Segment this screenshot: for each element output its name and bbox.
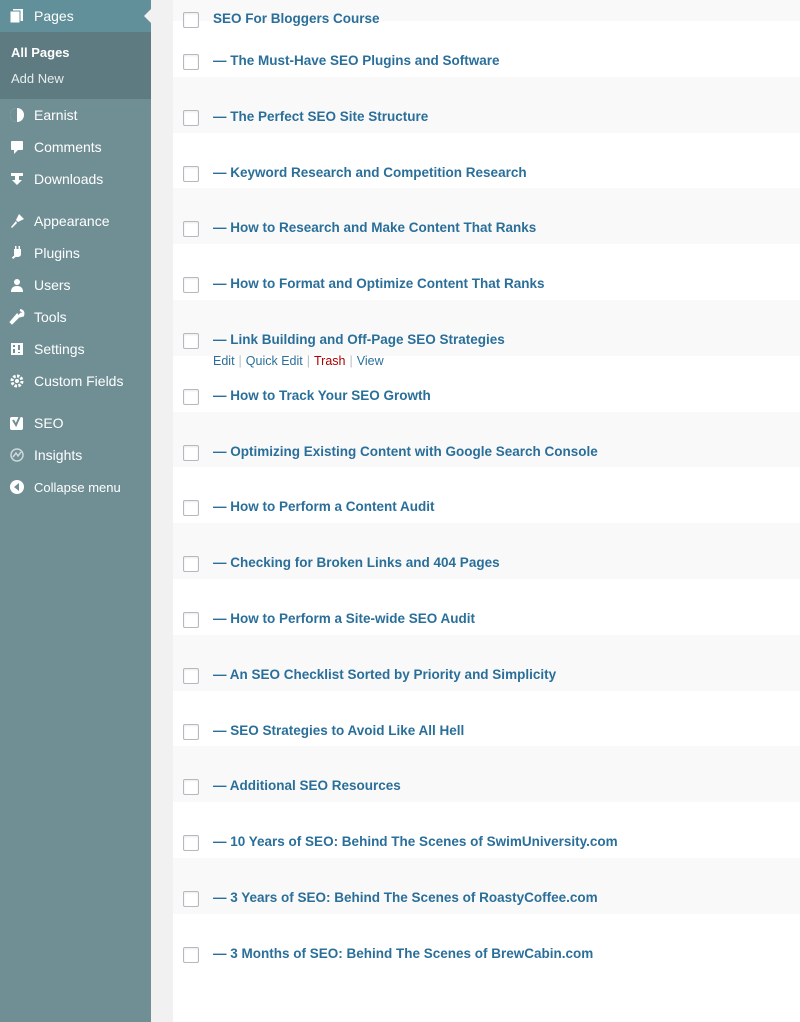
page-title-link[interactable]: — An SEO Checklist Sorted by Priority an… [213, 667, 556, 682]
table-row: — Keyword Research and Competition Resea… [173, 133, 800, 189]
row-checkbox[interactable] [183, 54, 199, 70]
comments-icon [8, 138, 26, 156]
row-checkbox[interactable] [183, 723, 199, 740]
sidebar-collapse-menu[interactable]: Collapse menu [0, 471, 151, 503]
row-checkbox[interactable] [183, 500, 199, 517]
row-checkbox[interactable] [183, 277, 199, 294]
appearance-icon [8, 212, 26, 230]
sidebar-item-label: Earnist [34, 107, 78, 123]
sidebar-item-pages[interactable]: Pages [0, 0, 152, 32]
sidebar-item-comments[interactable]: Comments [0, 131, 151, 163]
sidebar-item-earnist[interactable]: Earnist [0, 99, 151, 131]
table-row: — How to Track Your SEO Growth [173, 356, 800, 412]
page-title-link[interactable]: — Link Building and Off-Page SEO Strateg… [213, 332, 505, 347]
row-checkbox[interactable] [183, 890, 199, 907]
submenu-add-new[interactable]: Add New [0, 66, 151, 92]
page-title-link[interactable]: — 10 Years of SEO: Behind The Scenes of … [213, 834, 618, 849]
custom-fields-icon [8, 372, 26, 390]
earnist-icon [8, 106, 26, 124]
page-title-link[interactable]: — How to Perform a Site-wide SEO Audit [213, 611, 475, 626]
row-checkbox[interactable] [183, 835, 199, 852]
table-row: — 3 Months of SEO: Behind The Scenes of … [173, 914, 800, 970]
collapse-icon [8, 478, 26, 496]
admin-sidebar: Pages All Pages Add New Earnist Comments… [0, 0, 152, 1022]
page-title-link[interactable]: — Optimizing Existing Content with Googl… [213, 444, 598, 459]
table-row: — 10 Years of SEO: Behind The Scenes of … [173, 802, 800, 858]
table-row: SEO For Bloggers Course [173, 0, 800, 28]
sidebar-item-downloads[interactable]: Downloads [0, 163, 151, 195]
sidebar-item-label: Insights [34, 447, 83, 463]
table-row: — How to Format and Optimize Content Tha… [173, 244, 800, 300]
row-checkbox[interactable] [183, 611, 199, 628]
table-row: — An SEO Checklist Sorted by Priority an… [173, 634, 800, 691]
table-row: — How to Perform a Site-wide SEO Audit [173, 579, 800, 635]
page-title-link[interactable]: — How to Perform a Content Audit [213, 499, 435, 514]
pages-icon [8, 7, 26, 25]
sidebar-item-label: Tools [34, 309, 67, 325]
plugins-icon [8, 244, 26, 262]
users-icon [8, 276, 26, 294]
row-checkbox[interactable] [183, 556, 199, 573]
page-title-link[interactable]: — The Perfect SEO Site Structure [213, 109, 428, 124]
settings-icon [8, 340, 26, 358]
page-title-link[interactable]: — SEO Strategies to Avoid Like All Hell [213, 723, 464, 738]
table-row: — 3 Years of SEO: Behind The Scenes of R… [173, 857, 800, 914]
sidebar-item-label: Downloads [34, 171, 104, 187]
sidebar-item-label: Custom Fields [34, 373, 124, 389]
sidebar-item-appearance[interactable]: Appearance [0, 205, 151, 237]
table-row: — The Must-Have SEO Plugins and Software [173, 21, 800, 77]
row-checkbox[interactable] [183, 388, 199, 405]
table-row: — SEO Strategies to Avoid Like All Hell [173, 691, 800, 747]
current-menu-arrow [144, 8, 152, 24]
row-checkbox[interactable] [183, 165, 199, 182]
sidebar-item-label: Plugins [34, 245, 80, 261]
page-title-link[interactable]: — Keyword Research and Competition Resea… [213, 165, 527, 180]
sidebar-item-plugins[interactable]: Plugins [0, 237, 151, 269]
page-title-link[interactable]: — How to Format and Optimize Content Tha… [213, 276, 545, 291]
sidebar-item-seo[interactable]: SEO [0, 407, 151, 439]
row-checkbox[interactable] [183, 667, 199, 684]
row-checkbox[interactable] [183, 779, 199, 796]
page-title-link[interactable]: — 3 Years of SEO: Behind The Scenes of R… [213, 890, 598, 905]
row-checkbox[interactable] [183, 444, 199, 461]
row-checkbox[interactable] [183, 332, 199, 349]
table-row: — Optimizing Existing Content with Googl… [173, 411, 800, 468]
table-row: — How to Perform a Content Audit [173, 467, 800, 523]
table-row-hovered: — Link Building and Off-Page SEO Strateg… [173, 299, 800, 368]
table-row: — Checking for Broken Links and 404 Page… [173, 523, 800, 579]
sidebar-item-label: SEO [34, 415, 64, 431]
sidebar-item-custom-fields[interactable]: Custom Fields [0, 365, 151, 397]
table-row: — The Perfect SEO Site Structure [173, 76, 800, 133]
tools-icon [8, 308, 26, 326]
sidebar-item-label: Pages [34, 8, 74, 24]
sidebar-item-settings[interactable]: Settings [0, 333, 151, 365]
sidebar-item-label: Comments [34, 139, 102, 155]
row-checkbox[interactable] [183, 109, 199, 126]
sidebar-item-users[interactable]: Users [0, 269, 151, 301]
sidebar-item-label: Users [34, 277, 71, 293]
downloads-icon [8, 170, 26, 188]
sidebar-item-tools[interactable]: Tools [0, 301, 151, 333]
page-title-link[interactable]: — Additional SEO Resources [213, 778, 401, 793]
row-checkbox[interactable] [183, 946, 199, 963]
page-title-link[interactable]: — 3 Months of SEO: Behind The Scenes of … [213, 946, 593, 961]
page-title-link[interactable]: — The Must-Have SEO Plugins and Software [213, 53, 500, 68]
sidebar-item-label: Appearance [34, 213, 110, 229]
table-row: — Additional SEO Resources [173, 746, 800, 803]
row-checkbox[interactable] [183, 221, 199, 238]
sidebar-item-label: Collapse menu [34, 479, 121, 495]
page-title-link[interactable]: — Checking for Broken Links and 404 Page… [213, 555, 500, 570]
page-title-link[interactable]: — How to Research and Make Content That … [213, 220, 536, 235]
pages-submenu: All Pages Add New [0, 32, 151, 99]
submenu-all-pages[interactable]: All Pages [0, 40, 151, 66]
sidebar-item-insights[interactable]: Insights [0, 439, 151, 471]
pages-list: SEO For Bloggers Course — The Must-Have … [173, 0, 800, 1022]
sidebar-item-label: Settings [34, 341, 85, 357]
page-title-link[interactable]: — How to Track Your SEO Growth [213, 388, 431, 403]
table-row: — How to Research and Make Content That … [173, 188, 800, 245]
seo-icon [8, 414, 26, 432]
insights-icon [8, 446, 26, 464]
